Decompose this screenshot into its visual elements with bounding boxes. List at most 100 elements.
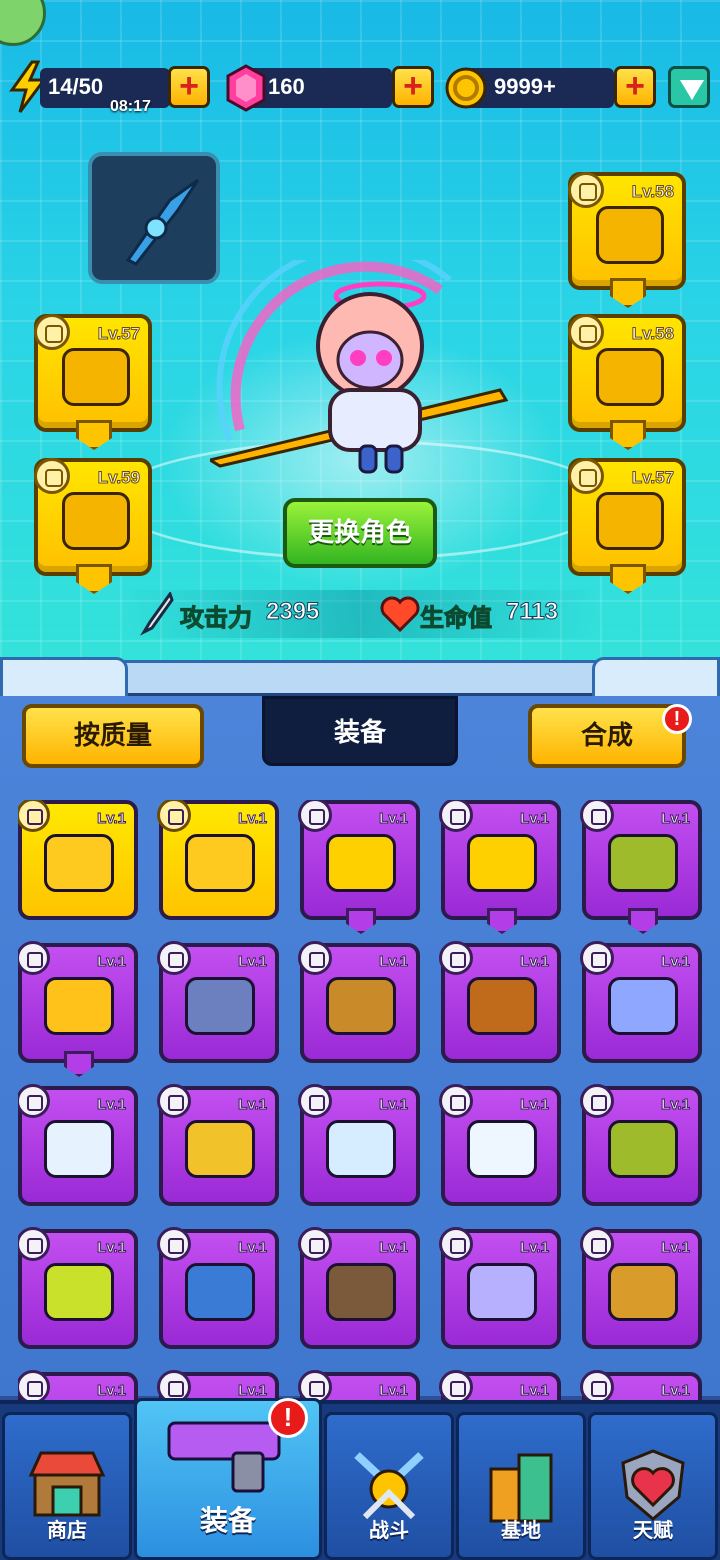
inventory-item-gauntlet[interactable]: Lv.1 (580, 941, 702, 1063)
necklace-type-icon (34, 314, 70, 350)
gear-slot-shoes[interactable]: Lv.57 (568, 458, 686, 594)
scarf-icon (62, 348, 130, 406)
add-energy-button[interactable]: + (168, 66, 210, 108)
gloves-type-icon (18, 800, 50, 832)
armor-icon (185, 977, 255, 1035)
gear-slot-gloves[interactable]: Lv.59 (34, 458, 152, 594)
inventory-item-vest[interactable]: Lv.1 (580, 1227, 702, 1349)
inventory-item-tanktop[interactable]: Lv.1 (439, 1084, 561, 1206)
tab-equipment[interactable]: 装备 (262, 696, 458, 766)
heart-icon (380, 596, 420, 632)
item-level: Lv.1 (379, 953, 409, 971)
inventory-item-sandals[interactable]: Lv.1 (157, 1084, 279, 1206)
item-level: Lv.1 (238, 1096, 268, 1114)
shoes-type-icon (439, 1227, 473, 1261)
item-level: Lv.1 (97, 810, 127, 828)
pants-type-icon (298, 1370, 332, 1400)
nav-base-label: 基地 (501, 1518, 541, 1542)
shirt-type-icon (568, 172, 604, 208)
inventory-item-shorts[interactable]: Lv.1 (298, 800, 420, 934)
panel-divider (0, 657, 720, 697)
sandal-icon (596, 492, 664, 550)
inventory-item[interactable]: Lv.1 (298, 1370, 420, 1400)
nav-battle[interactable]: 战斗 (324, 1412, 454, 1560)
inventory-item-necklace[interactable]: Lv.1 (298, 1227, 420, 1349)
gauntlet-icon (608, 977, 678, 1035)
pants-type-icon (568, 314, 604, 350)
heart-shield-icon (621, 1449, 685, 1521)
attack-value: 2395 (265, 598, 320, 626)
inventory-item-pants[interactable]: Lv.1 (18, 1227, 138, 1349)
inventory-item[interactable]: Lv.1 (157, 1370, 279, 1400)
gear-level: Lv.58 (631, 182, 674, 202)
boot-icon (608, 834, 678, 892)
nav-shop-label: 商店 (47, 1518, 87, 1542)
change-character-button[interactable]: 更换角色 (283, 498, 437, 568)
gem-value: 160 (268, 74, 305, 99)
dropdown-button[interactable] (668, 66, 710, 108)
inventory-item-shorts[interactable]: Lv.1 (439, 800, 561, 934)
inventory-item-glove[interactable]: Lv.1 (298, 1084, 420, 1206)
gear-slot-pants[interactable]: Lv.58 (568, 314, 686, 450)
gear-slot-necklace[interactable]: Lv.57 (34, 314, 152, 450)
shorts-icon (44, 1120, 114, 1178)
game-screen: 14/50 08:17 + 160 + 9999+ + Lv.58 Lv.57 … (0, 0, 720, 1560)
inventory-item-sandals[interactable]: Lv.1 (18, 941, 138, 1077)
inventory-item-boots[interactable]: Lv.1 (580, 800, 702, 934)
pants-icon (44, 1263, 114, 1321)
nav-equip-label: 装备 (199, 1504, 256, 1537)
item-level: Lv.1 (520, 1382, 550, 1400)
item-level: Lv.1 (238, 953, 268, 971)
shirt-type-icon (580, 1227, 614, 1261)
item-level: Lv.1 (238, 1239, 268, 1257)
shirt-type-icon (298, 941, 332, 975)
shirt-type-icon (580, 1370, 614, 1400)
item-level: Lv.1 (661, 1382, 691, 1400)
inventory-item-boots[interactable]: Lv.1 (580, 1084, 702, 1206)
item-level: Lv.1 (379, 1096, 409, 1114)
tanktop-icon (467, 1120, 537, 1178)
sneaker-icon (467, 1263, 537, 1321)
inventory-item-vest[interactable]: Lv.1 (298, 941, 420, 1063)
shop-icon (28, 1451, 106, 1517)
attack-label: 攻击力 (180, 604, 253, 633)
inventory-item-gauntlet[interactable]: Lv.1 (439, 941, 561, 1063)
inventory-item[interactable]: Lv.1 (580, 1370, 702, 1400)
shoes-type-icon (18, 941, 50, 975)
sort-by-quality-button[interactable]: 按质量 (22, 704, 204, 768)
gloves-type-icon (580, 941, 614, 975)
hero-area: 14/50 08:17 + 160 + 9999+ + Lv.58 Lv.57 … (0, 0, 720, 690)
pants-type-icon (298, 800, 332, 832)
boot-icon (608, 1120, 678, 1178)
hero-stats: 攻击力 2395 生命值 7113 (120, 590, 600, 638)
shirt-type-icon (157, 800, 191, 832)
inventory-item-armor[interactable]: Lv.1 (157, 941, 279, 1063)
add-coin-button[interactable]: + (614, 66, 656, 108)
shoes-type-icon (439, 1370, 473, 1400)
hero-character (210, 260, 509, 474)
upgrade-arrow-icon (487, 908, 517, 934)
inventory-item-sneaker[interactable]: Lv.1 (439, 1227, 561, 1349)
inventory-item[interactable]: Lv.1 (439, 1370, 561, 1400)
add-gem-button[interactable]: + (392, 66, 434, 108)
nav-talent[interactable]: 天赋 (588, 1412, 718, 1560)
weapon-slot[interactable] (88, 152, 220, 284)
vest-icon (326, 977, 396, 1035)
inventory-item-shorts[interactable]: Lv.1 (18, 1084, 138, 1206)
inventory-item-shirt[interactable]: Lv.1 (157, 800, 279, 920)
item-level: Lv.1 (379, 1239, 409, 1257)
inventory-item-gloves[interactable]: Lv.1 (18, 800, 138, 920)
nav-shop[interactable]: 商店 (2, 1412, 132, 1560)
item-level: Lv.1 (97, 1096, 127, 1114)
gear-slot-shirt[interactable]: Lv.58 (568, 172, 686, 308)
item-level: Lv.1 (379, 1382, 409, 1400)
necklace-icon (185, 1263, 255, 1321)
shorts-icon (596, 348, 664, 406)
pants-type-icon (18, 1370, 50, 1400)
nav-base[interactable]: 基地 (456, 1412, 586, 1560)
inventory-item-necklace[interactable]: Lv.1 (157, 1227, 279, 1349)
inventory-item[interactable]: Lv.1 (18, 1370, 138, 1400)
battle-icon (354, 1452, 424, 1520)
gloves-type-icon (439, 941, 473, 975)
shirt-type-icon (439, 1084, 473, 1118)
